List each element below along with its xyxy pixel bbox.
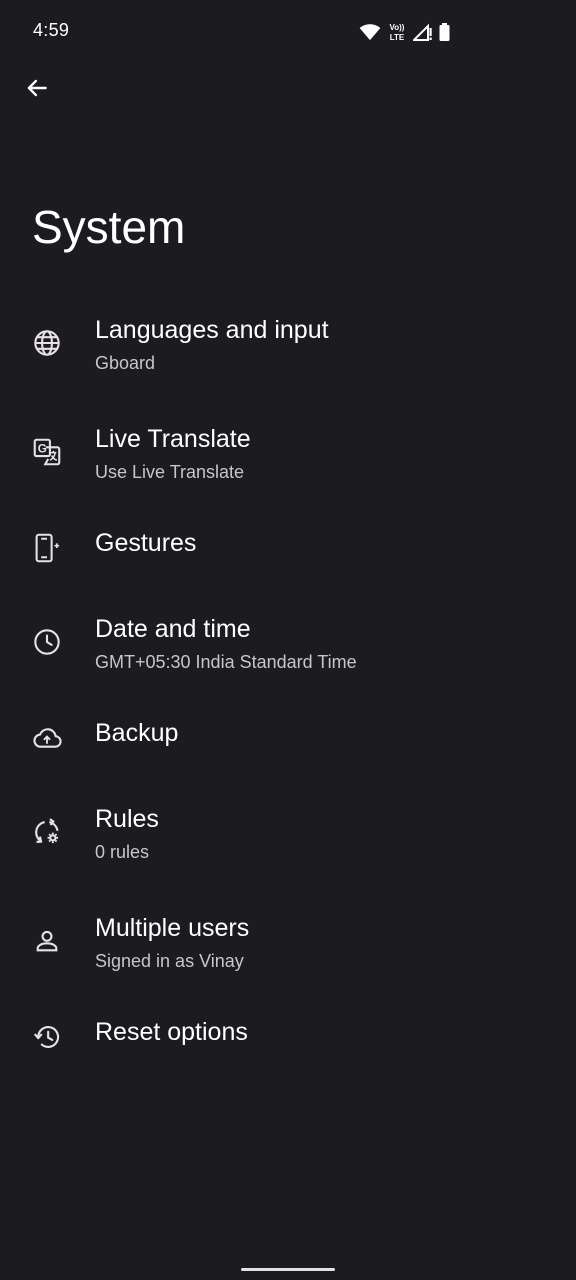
settings-item-subtitle: Signed in as Vinay [95,951,244,971]
settings-item-title: Date and time [95,615,251,643]
settings-item-reset-options[interactable]: Reset options [0,996,576,1077]
settings-item-subtitle: GMT+05:30 India Standard Time [95,652,357,672]
settings-item-title: Gestures [95,529,197,557]
settings-item-title: Languages and input [95,316,329,344]
signal-icon [413,23,433,41]
settings-item-live-translate[interactable]: G Live Translate Use Live Translate [0,398,576,507]
settings-item-rules[interactable]: Rules 0 rules [0,778,576,887]
svg-text:Vo)): Vo)) [390,23,405,32]
status-icons: Vo)) LTE [359,20,450,44]
arrow-back-icon [24,75,50,106]
settings-item-text: Live Translate Use Live Translate [95,422,552,485]
settings-item-subtitle: 0 rules [95,842,150,862]
back-button[interactable] [17,70,57,110]
settings-item-text: Gestures [95,526,552,560]
cloud-upload-icon [31,722,63,754]
person-icon [31,925,63,957]
settings-item-text: Multiple users Signed in as Vinay [95,911,552,974]
settings-item-languages-and-input[interactable]: Languages and input Gboard [0,289,576,398]
status-bar: 4:59 Vo)) LTE [0,0,576,64]
settings-item-subtitle: Gboard [95,353,156,373]
rules-icon [31,816,63,848]
settings-item-text: Backup [95,716,552,750]
settings-item-text: Reset options [95,1015,552,1049]
settings-item-date-and-time[interactable]: Date and time GMT+05:30 India Standard T… [0,588,576,697]
navigation-handle[interactable] [241,1268,335,1271]
settings-item-backup[interactable]: Backup [0,697,576,778]
translate-icon: G [31,436,63,468]
wifi-icon [359,23,381,41]
volte-icon: Vo)) LTE [387,21,407,43]
settings-item-text: Rules 0 rules [95,802,552,865]
status-time: 4:59 [33,20,70,40]
settings-item-subtitle: Use Live Translate [95,462,245,482]
settings-item-title: Rules [95,805,159,833]
svg-text:G: G [38,443,47,456]
settings-list: Languages and input Gboard G Live Transl… [0,289,576,1077]
svg-text:LTE: LTE [390,33,405,42]
settings-item-title: Reset options [95,1018,248,1046]
clock-icon [31,626,63,658]
settings-item-title: Live Translate [95,425,251,453]
settings-item-title: Backup [95,719,179,747]
settings-item-text: Date and time GMT+05:30 India Standard T… [95,612,552,675]
settings-item-multiple-users[interactable]: Multiple users Signed in as Vinay [0,887,576,996]
settings-item-gestures[interactable]: Gestures [0,507,576,588]
settings-item-text: Languages and input Gboard [95,313,552,376]
page-title: System [32,201,186,253]
battery-icon [439,23,450,41]
gestures-icon [31,532,63,564]
history-icon [31,1021,63,1053]
globe-icon [31,327,63,359]
settings-item-title: Multiple users [95,914,250,942]
